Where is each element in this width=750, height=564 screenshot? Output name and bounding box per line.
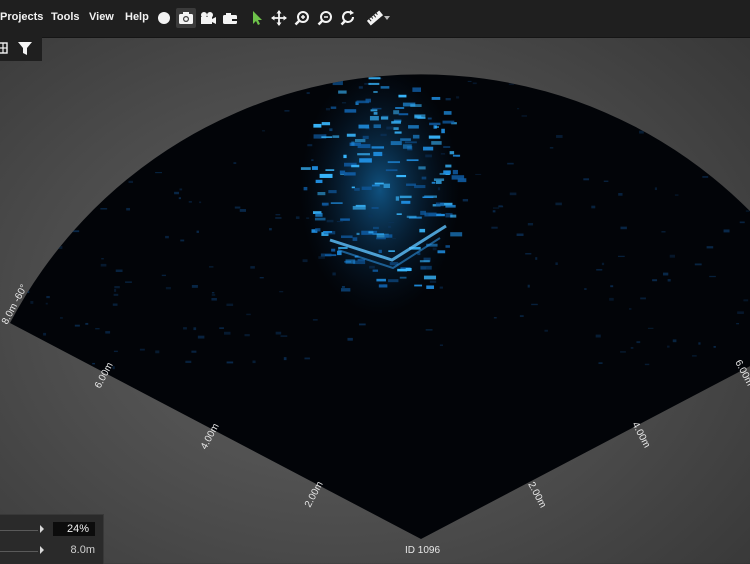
- sonar-settings-panel: 24% 8.0m: [0, 514, 104, 564]
- gain-value[interactable]: 24%: [52, 522, 95, 536]
- gain-control-row: 24%: [0, 520, 103, 540]
- sonar-display[interactable]: 6.00m 4.00m 2.00m 6.00m 4.00m 2.00m 8.0m…: [0, 0, 750, 563]
- range-label-left-2m: 2.00m: [303, 480, 326, 510]
- range-label-right-2m: 2.00m: [525, 480, 548, 510]
- gain-arrow-icon[interactable]: [40, 525, 44, 533]
- gain-slider[interactable]: [0, 530, 38, 531]
- range-label-left-4m: 4.00m: [199, 422, 222, 452]
- range-label-right-4m: 4.00m: [629, 420, 652, 450]
- range-control-row: 8.0m: [0, 541, 103, 561]
- range-arrow-icon[interactable]: [40, 546, 44, 554]
- device-id-label: ID 1096: [405, 545, 440, 556]
- range-slider[interactable]: [0, 551, 38, 552]
- range-value[interactable]: 8.0m: [71, 544, 95, 556]
